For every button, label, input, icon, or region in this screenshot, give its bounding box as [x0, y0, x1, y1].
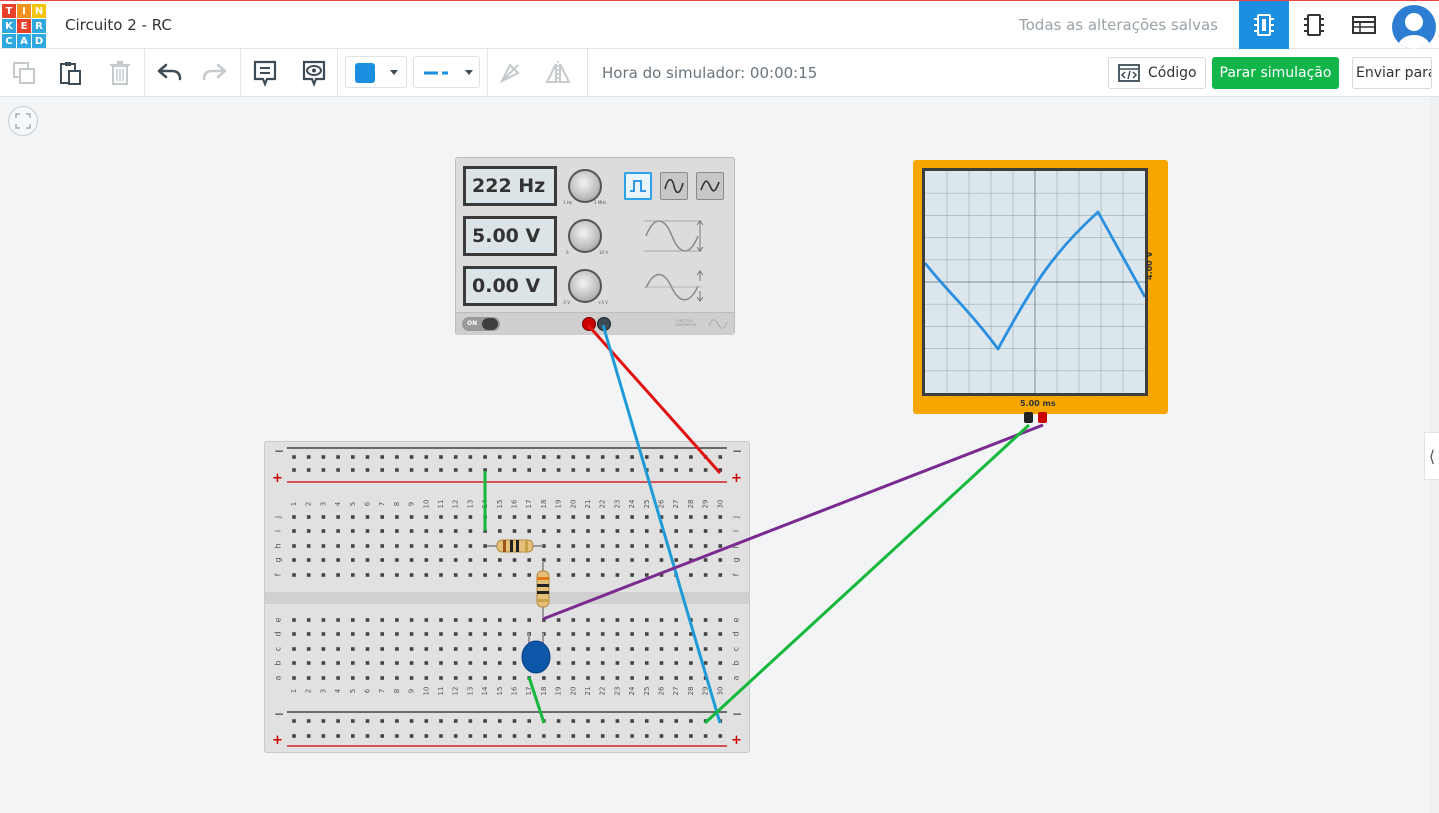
wire-red[interactable] — [586, 324, 722, 474]
wire-green-probe[interactable] — [703, 423, 1031, 725]
resistor-2[interactable] — [536, 561, 550, 617]
circuit-wires — [483, 324, 1044, 725]
capacitor[interactable] — [521, 633, 551, 674]
wire-green-jumper-bottom[interactable] — [527, 676, 546, 724]
wire-purple[interactable] — [542, 423, 1044, 621]
resistor-1[interactable] — [487, 539, 543, 553]
wire-blue[interactable] — [601, 324, 722, 724]
